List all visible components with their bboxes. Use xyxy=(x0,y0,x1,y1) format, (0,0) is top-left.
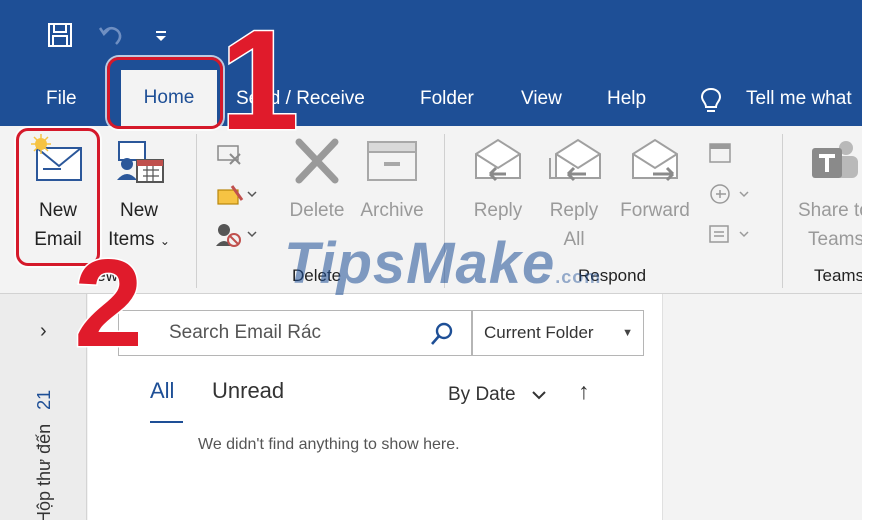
message-list: Search Email Rác Current Folder ▼ All Un… xyxy=(88,294,662,520)
search-scope-dropdown[interactable]: Current Folder ▼ xyxy=(472,310,644,356)
sort-by-dropdown[interactable]: By Date xyxy=(448,384,516,406)
reply-label: Reply xyxy=(473,200,523,221)
search-input[interactable]: Search Email Rác xyxy=(118,310,472,356)
save-icon[interactable] xyxy=(45,20,75,50)
forward-label: Forward xyxy=(620,200,690,221)
step-number-2: 2 xyxy=(73,235,145,373)
chevron-right-icon[interactable]: › xyxy=(40,320,47,343)
new-items-icon xyxy=(117,141,164,183)
folder-name: Hộp thư đến xyxy=(34,423,54,520)
tab-view[interactable]: View xyxy=(521,84,562,114)
teams-icon xyxy=(812,141,858,178)
group-label-teams: Teams xyxy=(814,266,862,285)
ribbon-divider xyxy=(196,134,197,288)
archive-label: Archive xyxy=(360,200,424,221)
im-reply-icon[interactable] xyxy=(706,180,750,210)
archive-button[interactable]: Archive xyxy=(356,134,428,225)
tab-help[interactable]: Help xyxy=(607,84,646,114)
share-to-teams-label-line2: Teams xyxy=(808,229,862,250)
share-to-teams-button[interactable]: Share to Teams xyxy=(794,134,862,254)
delete-label: Delete xyxy=(289,200,345,221)
right-margin xyxy=(862,0,870,520)
highlight-home-tab xyxy=(107,57,223,129)
more-respond-icon[interactable] xyxy=(706,220,750,250)
ribbon-divider xyxy=(782,134,783,288)
reply-icon xyxy=(475,138,521,182)
unread-count: 21 xyxy=(34,389,54,410)
share-to-teams-label-line1: Share to xyxy=(798,200,862,221)
archive-icon xyxy=(367,141,417,181)
outlook-window: File Home Send / Receive Folder View Hel… xyxy=(0,0,862,520)
new-items-label-line1: New xyxy=(119,200,158,221)
filter-all-tab[interactable]: All xyxy=(150,378,174,404)
customize-qat-icon[interactable] xyxy=(152,27,170,45)
tab-file[interactable]: File xyxy=(46,84,77,114)
empty-state-message: We didn't find anything to show here. xyxy=(198,436,460,453)
chevron-down-icon[interactable] xyxy=(530,386,548,404)
clean-up-icon[interactable] xyxy=(214,180,258,212)
search-placeholder: Search Email Rác xyxy=(169,322,322,343)
reply-all-label-line1: Reply xyxy=(549,200,599,221)
forward-button[interactable]: Forward xyxy=(616,134,694,225)
step-number-1: 1 xyxy=(219,1,301,160)
collapsed-folder-label[interactable]: Hộp thư đến 21 xyxy=(34,390,55,520)
active-filter-underline xyxy=(150,421,183,423)
filter-unread-tab[interactable]: Unread xyxy=(212,378,284,404)
reading-pane xyxy=(662,294,862,520)
caret-down-icon: ▼ xyxy=(622,327,633,339)
tell-me-text: Tell me what xyxy=(746,88,852,109)
forward-icon xyxy=(632,138,678,182)
arrow-up-icon[interactable]: ↑ xyxy=(578,378,590,405)
reply-button[interactable]: Reply xyxy=(464,134,532,225)
lightbulb-icon xyxy=(700,87,722,112)
watermark: TipsMake.com xyxy=(284,231,602,296)
reply-all-icon xyxy=(549,138,601,182)
undo-icon[interactable] xyxy=(96,20,126,50)
junk-icon[interactable] xyxy=(214,220,258,252)
search-scope-value: Current Folder xyxy=(484,323,594,342)
tab-folder[interactable]: Folder xyxy=(420,84,474,114)
meeting-reply-icon[interactable] xyxy=(706,140,736,168)
search-icon[interactable] xyxy=(429,321,455,347)
